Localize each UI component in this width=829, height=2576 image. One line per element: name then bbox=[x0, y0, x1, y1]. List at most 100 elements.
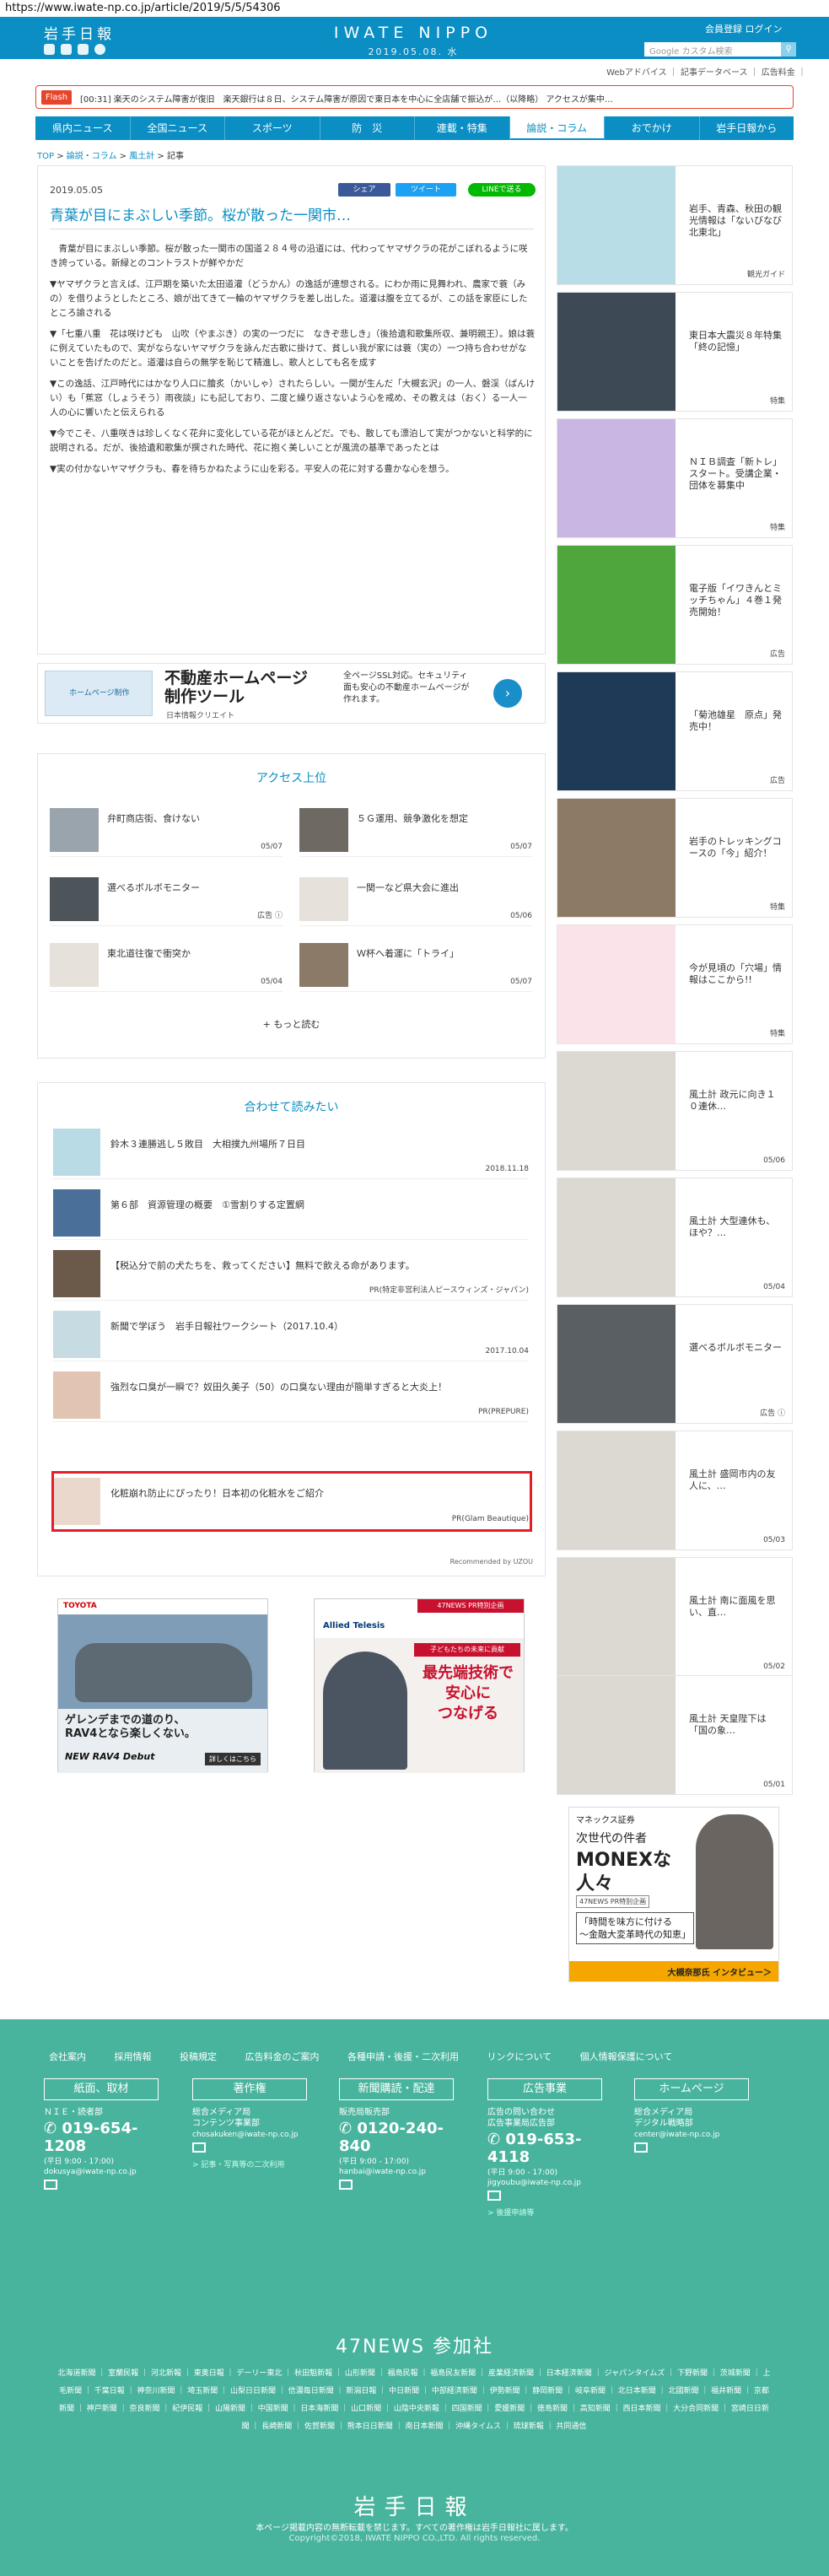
recommended-item[interactable]: 強烈な口臭が一瞬で？奴田久美子（50）の口臭ない理由が簡単すぎると大炎上！ PR… bbox=[53, 1368, 529, 1422]
sidebar-item[interactable]: 岩手、青森、秋田の観光情報は「ないびなび北東北」 観光ガイド bbox=[557, 165, 793, 285]
ad-footer[interactable]: 大槻奈那氏 インタビュー＞ bbox=[569, 1961, 778, 1981]
footer-link[interactable]: 広告料金のご案内 bbox=[245, 2051, 320, 2062]
sidebar-item-text[interactable]: 風土計 政元に向き１０連休… bbox=[689, 1089, 782, 1113]
sidebar-item[interactable]: 電子版「イワきんとミッチちゃん」４巻１発売開始！ 広告 bbox=[557, 545, 793, 665]
nav-item-outing[interactable]: おでかけ bbox=[605, 116, 700, 140]
sidebar-item[interactable]: 風土計 大型連休も、ほや？… 05/04 bbox=[557, 1178, 793, 1297]
sidebar-item[interactable]: 選べるボルボモニター 広告 ⓘ bbox=[557, 1304, 793, 1424]
nav-item-features[interactable]: 連載・特集 bbox=[415, 116, 510, 140]
realestate-ad[interactable]: ホームページ制作 不動産ホームページ 制作ツール 日本情報クリエイト 全ページSS… bbox=[37, 663, 546, 724]
footer-email[interactable]: center@iwate-np.co.jp bbox=[634, 2131, 749, 2139]
recommended-item[interactable]: 新聞で学ぼう 岩手日報社ワークシート（2017.10.4） 2017.10.04 bbox=[53, 1307, 529, 1361]
sidebar-item[interactable]: 「菊池雄星 原点」発売中！ 広告 bbox=[557, 671, 793, 791]
recommended-item-title[interactable]: 鈴木３連勝逃し５敗目 大相撲九州場所７日目 bbox=[110, 1137, 305, 1151]
footer-email[interactable]: jigyoubu@iwate-np.co.jp bbox=[487, 2179, 602, 2187]
sidebar-item-text[interactable]: 選べるボルボモニター bbox=[689, 1342, 782, 1354]
phone-number[interactable]: ✆ 019-653-4118 bbox=[487, 2131, 602, 2166]
nav-item-from-nippo[interactable]: 岩手日報から bbox=[700, 116, 794, 140]
line-share-button[interactable]: LINEで送る bbox=[468, 183, 536, 197]
allied-telesis-banner[interactable]: Allied Telesis 47NEWS PR特別企画 子どもたちの未来に貢献… bbox=[314, 1598, 525, 1773]
footer-logo[interactable]: 岩手日報 bbox=[0, 2490, 829, 2521]
sidebar-item[interactable]: ＮＩＢ調査「新トレ」スタート。受講企業・団体を募集中 特集 bbox=[557, 418, 793, 538]
recommended-item-title[interactable]: 【税込分で前の犬たちを、救ってください】無料で飲える命があります。 bbox=[110, 1258, 415, 1272]
toyota-banner[interactable]: TOYOTA ゲレンデまでの道のり、 RAV4となら楽しくない。 NEW RAV4… bbox=[57, 1598, 268, 1773]
ad-arrow-icon[interactable]: › bbox=[493, 679, 522, 708]
sidebar-item[interactable]: 今が見頃の「穴場」情報はここから!! 特集 bbox=[557, 924, 793, 1044]
read-more-link[interactable]: + もっと読む bbox=[38, 1017, 545, 1031]
sidebar-item-text[interactable]: 東日本大震災８年特集「終の記憶」 bbox=[689, 330, 782, 353]
instagram-icon[interactable] bbox=[94, 44, 105, 55]
footer-link[interactable]: リンクについて bbox=[487, 2051, 552, 2062]
footer-sub-link[interactable]: > 後援申請等 bbox=[487, 2207, 602, 2218]
ranking-item-title[interactable]: Ｗ杯へ着運に「トライ」 bbox=[357, 946, 459, 960]
ranking-item[interactable]: ５Ｇ運用、競争激化を想定 05/07 bbox=[299, 803, 532, 857]
mail-icon[interactable] bbox=[192, 2142, 206, 2153]
breadcrumb-fudokei[interactable]: 風土計 bbox=[129, 152, 154, 161]
search-input[interactable]: Google カスタム検索 bbox=[644, 42, 781, 57]
footer-email[interactable]: dokusya@iwate-np.co.jp bbox=[44, 2168, 159, 2176]
facebook-share-button[interactable]: シェア bbox=[338, 183, 390, 197]
news47-member-list[interactable]: 北海道新聞 ｜ 室蘭民報 ｜ 河北新報 ｜ 東奥日報 ｜ デーリー東北 ｜ 秋田… bbox=[56, 2365, 772, 2436]
flash-text[interactable]: [00:31] 楽天のシステム障害が復旧 楽天銀行は８日、システム障害が原因で東… bbox=[80, 92, 789, 105]
mail-icon[interactable] bbox=[487, 2191, 501, 2201]
line-icon[interactable] bbox=[78, 44, 89, 55]
brand-name[interactable]: IWATE NIPPO bbox=[333, 24, 493, 42]
ranking-item[interactable]: 東北道往復で衝突か 05/04 bbox=[50, 938, 283, 992]
recommended-item-title[interactable]: 強烈な口臭が一瞬で？奴田久美子（50）の口臭ない理由が簡単すぎると大炎上！ bbox=[110, 1380, 447, 1393]
sidebar-item[interactable]: 風土計 政元に向き１０連休… 05/06 bbox=[557, 1051, 793, 1171]
footer-link[interactable]: 個人情報保護について bbox=[580, 2051, 673, 2062]
ranking-item[interactable]: 一関一など県大会に進出 05/06 bbox=[299, 872, 532, 926]
recommended-item[interactable]: 鈴木３連勝逃し５敗目 大相撲九州場所７日目 2018.11.18 bbox=[53, 1125, 529, 1179]
search-icon[interactable]: ⚲ bbox=[781, 42, 796, 57]
sidebar-item-text[interactable]: 風土計 盛岡市内の友人に、… bbox=[689, 1469, 782, 1492]
sidebar-item-text[interactable]: 風土計 天皇陛下は「国の象… bbox=[689, 1713, 782, 1737]
phone-number[interactable]: ✆ 019-654-1208 bbox=[44, 2120, 159, 2155]
sidebar-item-text[interactable]: 岩手、青森、秋田の観光情報は「ないびなび北東北」 bbox=[689, 203, 782, 239]
sidebar-item[interactable]: 風土計 南に面風を思い、直… 05/02 bbox=[557, 1557, 793, 1677]
mail-icon[interactable] bbox=[339, 2180, 353, 2190]
sidebar-item-text[interactable]: ＮＩＢ調査「新トレ」スタート。受講企業・団体を募集中 bbox=[689, 456, 782, 492]
member-links[interactable]: 会員登録 ログイン bbox=[705, 22, 783, 35]
sidebar-item[interactable]: 風土計 盛岡市内の友人に、… 05/03 bbox=[557, 1431, 793, 1550]
footer-link[interactable]: 各種申請・後援・二次利用 bbox=[347, 2051, 459, 2062]
sidebar-item-text[interactable]: 今が見頃の「穴場」情報はここから!! bbox=[689, 962, 782, 986]
twitter-icon[interactable] bbox=[44, 44, 55, 55]
nav-item-sports[interactable]: スポーツ bbox=[225, 116, 320, 140]
nav-item-national-news[interactable]: 全国ニュース bbox=[131, 116, 225, 140]
recommended-item[interactable]: 【税込分で前の犬たちを、救ってください】無料で飲える命があります。 PR(特定非… bbox=[53, 1247, 529, 1301]
sidebar-item[interactable]: 風土計 天皇陛下は「国の象… 05/01 bbox=[557, 1675, 793, 1795]
facebook-icon[interactable] bbox=[61, 44, 72, 55]
footer-email[interactable]: hanbai@iwate-np.co.jp bbox=[339, 2168, 454, 2176]
mail-icon[interactable] bbox=[44, 2180, 57, 2190]
sidebar-item-text[interactable]: 風土計 大型連休も、ほや？… bbox=[689, 1215, 782, 1239]
phone-number[interactable]: ✆ 0120-240-840 bbox=[339, 2120, 454, 2155]
ranking-item[interactable]: Ｗ杯へ着運に「トライ」 05/07 bbox=[299, 938, 532, 992]
recommended-item-title[interactable]: 第６部 資源管理の概要 ①雪割りする定置網 bbox=[110, 1198, 304, 1211]
footer-sub-link[interactable]: > 記事・写真等の二次利用 bbox=[192, 2158, 307, 2169]
sidebar-item-text[interactable]: 電子版「イワきんとミッチちゃん」４巻１発売開始！ bbox=[689, 583, 782, 618]
ad-title[interactable]: 不動産ホームページ 制作ツール bbox=[164, 669, 308, 706]
powered-by[interactable]: Recommended by UZOU bbox=[450, 1558, 533, 1566]
flash-news-bar[interactable]: Flash [00:31] 楽天のシステム障害が復旧 楽天銀行は８日、システム障… bbox=[35, 85, 794, 109]
recommended-item[interactable]: 第６部 資源管理の概要 ①雪割りする定置網 bbox=[53, 1186, 529, 1240]
footer-link[interactable]: 会社案内 bbox=[49, 2051, 86, 2062]
footer-link[interactable]: 採用情報 bbox=[115, 2051, 152, 2062]
nav-item-disaster[interactable]: 防 災 bbox=[320, 116, 415, 140]
recommended-item-title[interactable]: 新聞で学ぼう 岩手日報社ワークシート（2017.10.4） bbox=[110, 1319, 343, 1333]
ranking-item[interactable]: 弁町商店街、食けない 05/07 bbox=[50, 803, 283, 857]
sidebar-item-text[interactable]: 風土計 南に面風を思い、直… bbox=[689, 1595, 782, 1619]
sidebar-item[interactable]: 岩手のトレッキングコースの「今」紹介！ 特集 bbox=[557, 798, 793, 918]
ranking-item-title[interactable]: 一関一など県大会に進出 bbox=[357, 881, 459, 894]
monex-ad[interactable]: マネックス証券 次世代の件者 MONEXな 人々 47NEWS PR特別企画 「… bbox=[568, 1807, 779, 1982]
banner-cta[interactable]: 詳しくはこちら bbox=[205, 1753, 261, 1765]
ranking-item-title[interactable]: 選べるボルボモニター bbox=[107, 881, 200, 894]
mail-icon[interactable] bbox=[634, 2142, 648, 2153]
sidebar-item-text[interactable]: 「菊池雄星 原点」発売中！ bbox=[689, 709, 782, 733]
breadcrumb-editorial[interactable]: 論説・コラム bbox=[67, 152, 117, 161]
ranking-item-title[interactable]: 東北道往復で衝突か bbox=[107, 946, 191, 960]
footer-email[interactable]: chosakuken@iwate-np.co.jp bbox=[192, 2131, 307, 2139]
footer-link[interactable]: 投稿規定 bbox=[180, 2051, 217, 2062]
tweet-button[interactable]: ツイート bbox=[396, 183, 456, 197]
sidebar-item[interactable]: 東日本大震災８年特集「終の記憶」 特集 bbox=[557, 292, 793, 412]
site-logo[interactable]: 岩手日報 bbox=[44, 22, 115, 43]
